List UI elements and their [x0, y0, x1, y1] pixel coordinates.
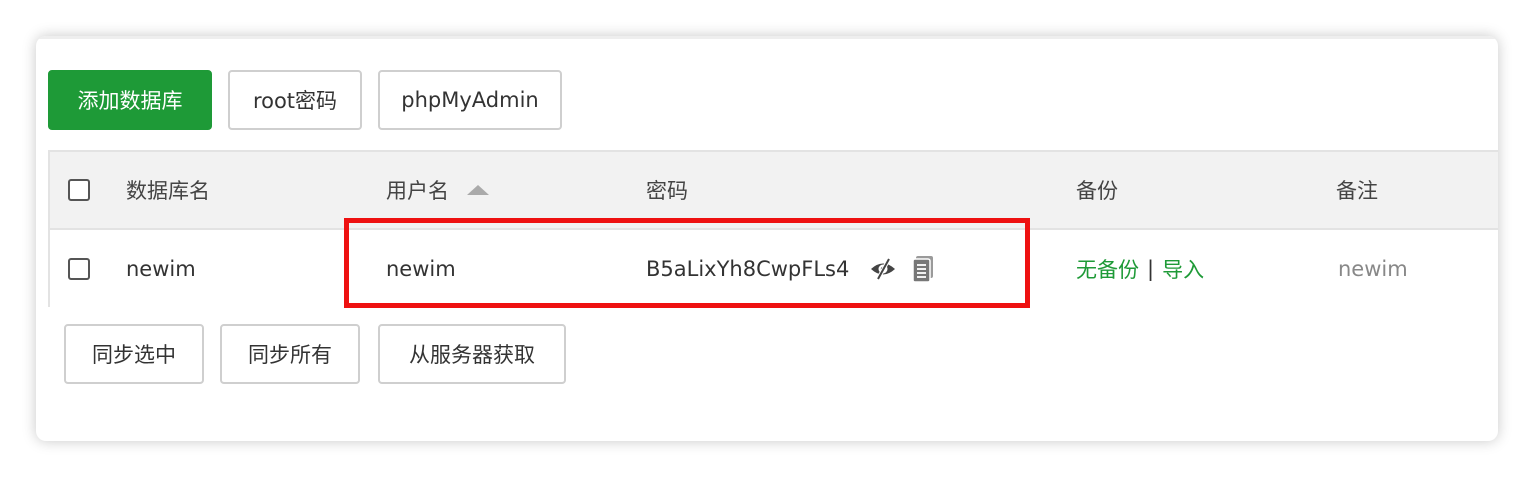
backup-separator: | [1147, 256, 1155, 281]
row-backup: 无备份 | 导入 [1076, 230, 1204, 307]
header-username[interactable]: 用户名 [386, 152, 489, 228]
sync-all-button[interactable]: 同步所有 [220, 324, 360, 384]
select-all-checkbox[interactable] [68, 179, 90, 201]
phpmyadmin-button[interactable]: phpMyAdmin [378, 70, 562, 130]
header-backup: 备份 [1076, 179, 1118, 203]
fetch-from-server-button[interactable]: 从服务器获取 [378, 324, 566, 384]
header-note: 备注 [1336, 179, 1378, 203]
sort-ascending-icon[interactable] [467, 185, 489, 195]
row-db-name: newim [126, 256, 196, 281]
panel-top-divider [36, 36, 1498, 39]
header-password: 密码 [646, 179, 688, 203]
import-link[interactable]: 导入 [1162, 254, 1204, 284]
row-note[interactable]: newim [1338, 230, 1408, 307]
header-db-name: 数据库名 [126, 179, 210, 203]
add-database-button[interactable]: 添加数据库 [48, 70, 212, 130]
header-username-label: 用户名 [386, 179, 449, 203]
row-checkbox[interactable] [68, 257, 90, 280]
highlight-annotation-box [344, 218, 1030, 308]
root-password-button[interactable]: root密码 [228, 70, 362, 130]
sync-selected-button[interactable]: 同步选中 [64, 324, 204, 384]
backup-status-link[interactable]: 无备份 [1076, 254, 1139, 284]
